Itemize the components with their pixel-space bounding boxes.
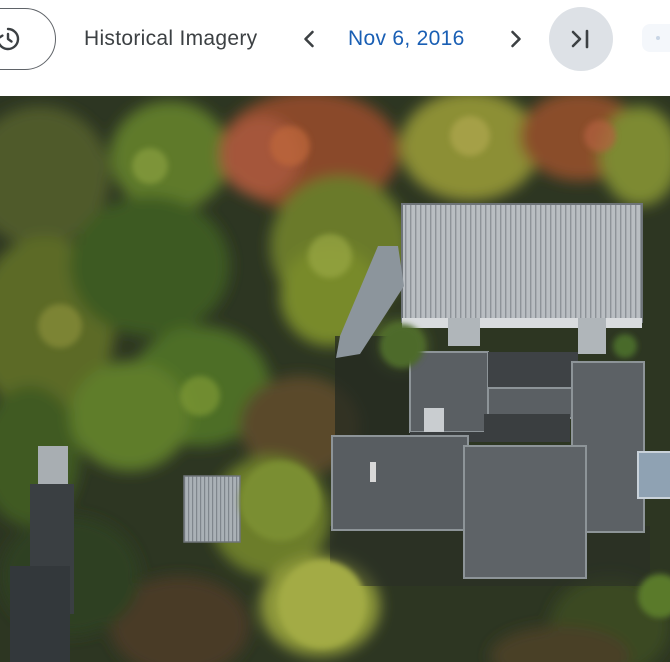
next-date-button[interactable] [502, 25, 530, 53]
chevron-right-icon [511, 30, 521, 48]
history-icon [0, 27, 20, 51]
skip-to-latest-icon [571, 29, 589, 49]
history-button[interactable] [0, 8, 56, 70]
chevron-left-icon [304, 30, 314, 48]
satellite-map-view[interactable] [0, 96, 670, 662]
skip-to-latest-button[interactable] [549, 7, 613, 71]
satellite-imagery [0, 96, 670, 662]
previous-date-button[interactable] [295, 25, 323, 53]
building-right-edge [637, 451, 670, 499]
imagery-date[interactable]: Nov 6, 2016 [348, 27, 465, 51]
building-shed [183, 475, 241, 543]
historical-imagery-toolbar: Historical Imagery Nov 6, 2016 [0, 0, 670, 96]
partial-control[interactable] [642, 24, 670, 52]
control-dot [656, 36, 660, 40]
historical-imagery-label: Historical Imagery [84, 27, 258, 50]
